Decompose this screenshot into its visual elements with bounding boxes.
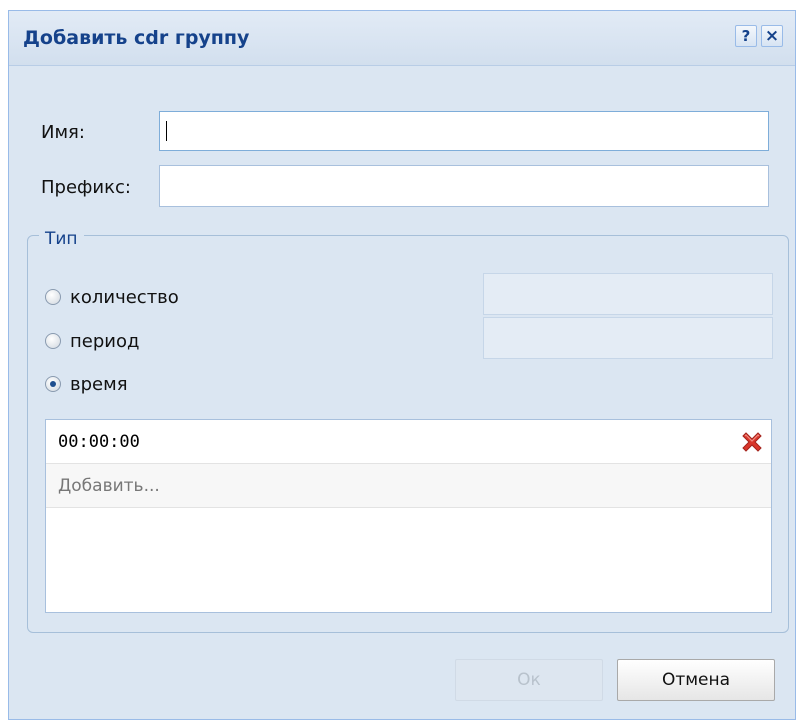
prefix-label: Префикс: [41, 177, 131, 198]
delete-icon[interactable] [739, 429, 765, 455]
time-value: 00:00:00 [58, 432, 140, 452]
add-cdr-group-dialog: Добавить cdr группу ? × Имя: Префикс: Ти… [8, 10, 796, 720]
close-button[interactable]: × [761, 25, 783, 47]
add-time-row[interactable]: Добавить... [46, 464, 771, 508]
radio-period[interactable]: период [45, 328, 139, 354]
radio-period-label: период [70, 330, 140, 352]
time-list-item[interactable]: 00:00:00 [46, 420, 771, 464]
add-time-placeholder: Добавить... [58, 476, 160, 496]
text-caret [166, 121, 167, 141]
radio-time-button[interactable] [45, 376, 61, 392]
time-list: 00:00:00 Добавить... [45, 419, 772, 613]
name-input[interactable] [159, 111, 769, 151]
name-label: Имя: [41, 122, 85, 143]
quantity-field [483, 273, 773, 315]
ok-button[interactable]: Ок [455, 659, 603, 701]
radio-period-button[interactable] [45, 333, 61, 349]
help-button[interactable]: ? [735, 25, 757, 47]
cancel-button[interactable]: Отмена [617, 659, 775, 701]
radio-time-label: время [70, 373, 128, 395]
radio-time[interactable]: время [45, 371, 128, 397]
dialog-titlebar[interactable]: Добавить cdr группу ? × [9, 11, 795, 66]
radio-quantity[interactable]: количество [45, 284, 179, 310]
dialog-title: Добавить cdr группу [23, 27, 250, 49]
help-icon: ? [741, 27, 751, 45]
close-icon: × [764, 26, 780, 46]
radio-quantity-label: количество [70, 286, 179, 308]
prefix-input[interactable] [159, 165, 769, 207]
type-legend: Тип [39, 229, 84, 249]
radio-quantity-button[interactable] [45, 289, 61, 305]
period-field [483, 317, 773, 359]
